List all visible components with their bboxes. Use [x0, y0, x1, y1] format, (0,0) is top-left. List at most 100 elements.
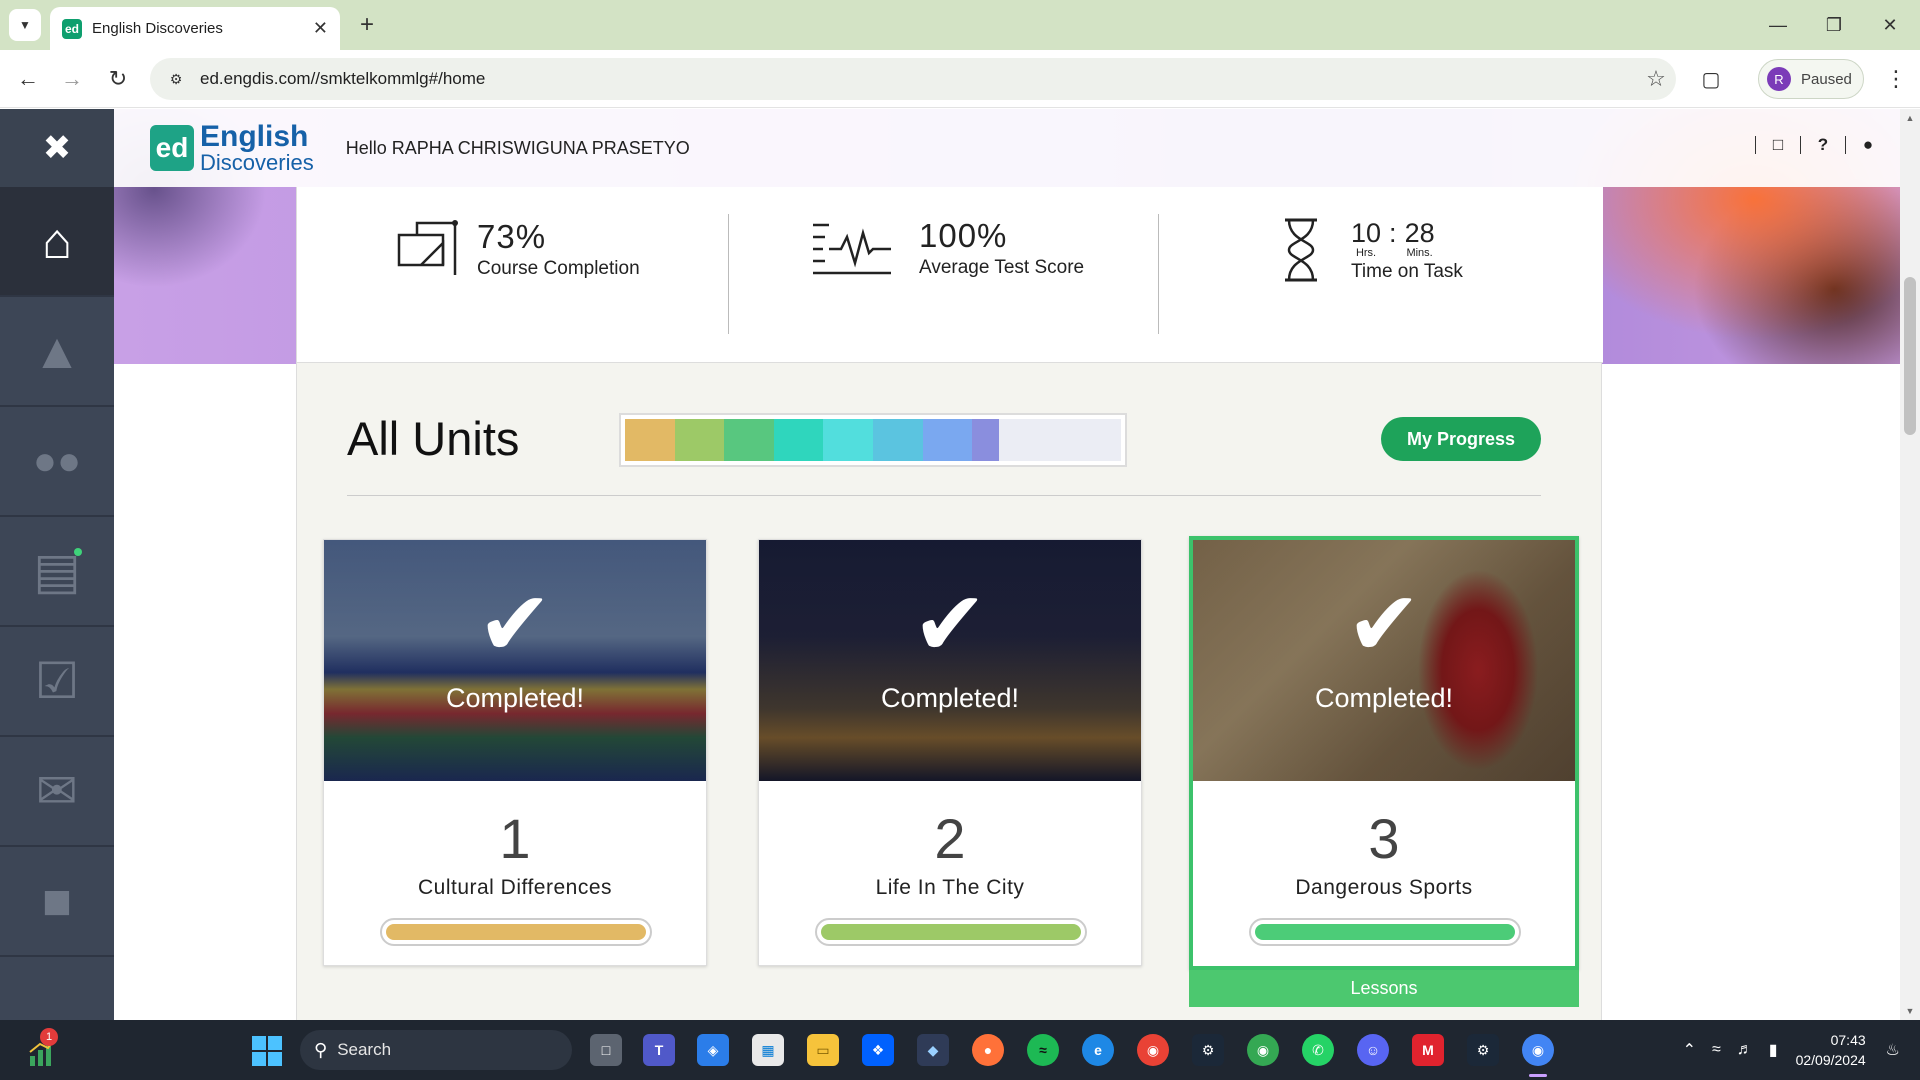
notifications-bell-icon[interactable]: ♨ [1886, 1040, 1900, 1060]
new-tab-button[interactable]: + [352, 10, 382, 40]
sidebar-item-assignments[interactable]: ▤ [0, 517, 114, 627]
sidebar-item-home[interactable]: ⌂ [0, 187, 114, 297]
volume-icon[interactable]: ♬ [1737, 1041, 1753, 1059]
chrome-active-icon[interactable]: ◉ [1522, 1034, 1554, 1066]
steam-alt-icon[interactable]: ⚙ [1467, 1034, 1499, 1066]
reload-icon: ↻ [108, 66, 128, 91]
scroll-up-icon[interactable]: ▲ [1904, 113, 1916, 123]
active-app-indicator [1529, 1074, 1547, 1077]
hourglass-icon [1285, 218, 1317, 282]
unit-number: 1 [499, 807, 531, 870]
time-on-task-stat: 10 Hrs. : 28 Mins. Time on Task [1281, 217, 1463, 283]
close-tab-icon[interactable]: ✕ [313, 18, 328, 39]
clock-time: 07:43 [1830, 1032, 1866, 1048]
reload-button[interactable]: ↻ [100, 61, 136, 97]
logo[interactable]: English Discoveries [200, 122, 314, 174]
spotify-icon[interactable]: ≈ [1027, 1034, 1059, 1066]
site-settings-icon[interactable]: ⚙ [166, 69, 186, 89]
task-view-icon[interactable]: □ [590, 1034, 622, 1066]
unit-status: Completed! [445, 683, 585, 713]
url-text[interactable]: ed.engdis.com//smktelkommlg#/home [200, 69, 1636, 89]
scrollbar-thumb[interactable] [1904, 277, 1916, 435]
progress-segment-3 [724, 419, 774, 461]
chrome-icon[interactable]: ◉ [1137, 1034, 1169, 1066]
tab-search-button[interactable]: ▼ [9, 9, 41, 41]
divider [1158, 214, 1159, 334]
restore-window-button[interactable]: ❐ [1806, 0, 1862, 50]
wifi-icon[interactable]: ≈ [1712, 1041, 1721, 1059]
unit-card-3[interactable]: ✔ Completed! 3 Dangerous Sports [1189, 536, 1579, 970]
avatar: R [1767, 67, 1791, 91]
checkmark-icon: ✔ [1346, 575, 1422, 675]
close-sidebar-icon[interactable]: ✖ [0, 109, 114, 187]
page-scrollbar[interactable]: ▲ ▼ [1900, 109, 1920, 1020]
chrome-profile-icon[interactable]: ◉ [1247, 1034, 1279, 1066]
taskbar-search[interactable]: ⚲ Search [300, 1030, 572, 1070]
sidebar-item-messages[interactable]: ✉ [0, 737, 114, 847]
minimize-window-button[interactable]: — [1750, 0, 1806, 50]
taskbar: 1 ⚲ Search □ T ◈ ▦ ▭ ❖ ◆ ● ≈ e ◉ ⚙ ◉ ✆ ☺… [0, 1020, 1920, 1080]
progress-segment-2 [674, 419, 725, 461]
dropbox-icon[interactable]: ❖ [862, 1034, 894, 1066]
all-units-progress-bar [619, 413, 1127, 467]
copilot-icon[interactable]: ◈ [697, 1034, 729, 1066]
clock[interactable]: 07:43 02/09/2024 [1796, 1030, 1866, 1070]
logo-mark[interactable]: ed [150, 125, 194, 171]
battery-icon[interactable]: ▮ [1769, 1040, 1778, 1060]
system-tray: ⌃ ≈ ♬ ▮ 07:43 02/09/2024 ♨ [1675, 1020, 1908, 1080]
profile-button[interactable]: R Paused [1758, 59, 1864, 99]
extensions-icon[interactable]: ▢ [1695, 63, 1727, 95]
file-explorer-icon[interactable]: ▭ [807, 1034, 839, 1066]
user-profile-icon[interactable]: ● [1858, 135, 1878, 155]
divider [347, 495, 1541, 496]
chevron-up-icon[interactable]: ⌃ [1683, 1040, 1696, 1060]
unit-card-1[interactable]: ✔ Completed! 1 Cultural Differences [323, 539, 707, 966]
unit-progress-fill [1255, 924, 1515, 940]
whatsapp-icon[interactable]: ✆ [1302, 1034, 1334, 1066]
unit-name: Cultural Differences [417, 876, 613, 899]
lessons-button[interactable]: Lessons [1189, 970, 1579, 1007]
sidebar-item-community[interactable]: ●● [0, 407, 114, 517]
start-button[interactable] [252, 1036, 282, 1066]
logo-line-1: English [200, 120, 309, 153]
discord-icon[interactable]: ☺ [1357, 1034, 1389, 1066]
my-progress-button[interactable]: My Progress [1381, 417, 1541, 461]
chevron-down-icon: ▼ [19, 18, 31, 32]
firefox-icon[interactable]: ● [972, 1034, 1004, 1066]
steam-icon[interactable]: ⚙ [1192, 1034, 1224, 1066]
score-label: Average Test Score [919, 257, 1085, 278]
community-icon: ●● [32, 439, 82, 483]
progress-segment-1 [625, 419, 675, 461]
course-completion-stat: 73% Course Completion [397, 217, 640, 281]
sidebar-item-courses[interactable]: ▲ [0, 297, 114, 407]
close-window-button[interactable]: ✕ [1862, 0, 1918, 50]
browser-tabstrip: ▼ ed English Discoveries ✕ + — ❐ ✕ [0, 0, 1920, 50]
red-app-icon[interactable]: M [1412, 1034, 1444, 1066]
bookmark-star-icon[interactable]: ☆ [1636, 66, 1676, 92]
browser-menu-icon[interactable]: ⋮ [1880, 63, 1912, 95]
shield-app-icon[interactable]: ◆ [917, 1034, 949, 1066]
unit-progress-fill [386, 924, 646, 940]
page-viewport: ed English Discoveries Hello RAPHA CHRIS… [0, 109, 1920, 1020]
progress-segment-8 [972, 419, 1000, 461]
forward-button[interactable]: → [54, 61, 90, 97]
divider [1845, 136, 1846, 154]
logo-line-2: Discoveries [200, 150, 314, 175]
store-icon[interactable]: ▦ [752, 1034, 784, 1066]
sidebar-item-library[interactable]: ■ [0, 847, 114, 957]
back-button[interactable]: ← [10, 61, 46, 97]
dictionary-icon[interactable]: □ [1768, 135, 1788, 155]
time-value: 10 Hrs. : 28 Mins. [1351, 218, 1463, 259]
greeting: Hello RAPHA CHRISWIGUNA PRASETYO [345, 137, 690, 158]
notification-badge: 1 [40, 1028, 58, 1046]
browser-tab-active[interactable]: ed English Discoveries ✕ [50, 7, 340, 50]
unit-card-2[interactable]: ✔ Completed! 2 Life In The City [758, 539, 1142, 966]
teams-icon[interactable]: T [643, 1034, 675, 1066]
sidebar-item-tests[interactable]: ☑ [0, 627, 114, 737]
all-units-title: All Units [347, 412, 520, 465]
help-icon[interactable]: ? [1813, 135, 1833, 155]
scroll-down-icon[interactable]: ▼ [1904, 1006, 1916, 1016]
edge-icon[interactable]: e [1082, 1034, 1114, 1066]
address-bar[interactable]: ⚙ ed.engdis.com//smktelkommlg#/home ☆ [150, 58, 1676, 100]
site-favicon: ed [62, 18, 82, 39]
